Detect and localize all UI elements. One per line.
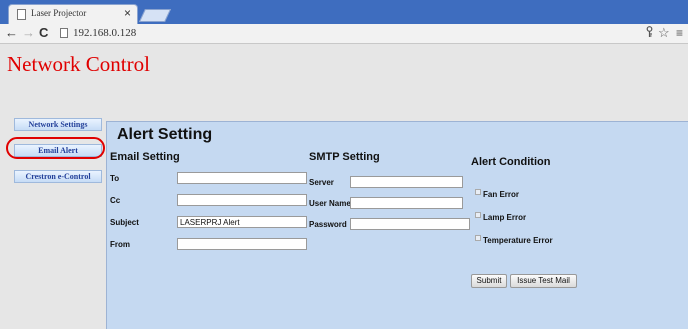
browser-tab-strip: Laser Projector × [0,0,688,24]
close-tab-icon[interactable]: × [124,6,131,20]
password-field[interactable] [350,218,470,230]
server-label: Server [309,178,334,187]
page-icon [60,28,68,38]
key-icon[interactable] [646,26,653,41]
from-label: From [110,240,130,249]
page-content: Network Control Network Settings Email A… [0,44,688,329]
browser-tab[interactable]: Laser Projector × [8,4,138,24]
highlight-annotation [6,137,105,159]
page-title: Network Control [7,52,150,76]
address-bar[interactable]: 192.168.0.128 [73,27,136,39]
page-icon [17,9,26,20]
smtp-setting-heading: SMTP Setting [309,151,380,163]
subject-label: Subject [110,218,139,227]
cc-label: Cc [110,196,121,205]
cc-field[interactable] [177,194,307,206]
back-icon[interactable]: ← [5,25,18,41]
to-field[interactable] [177,172,307,184]
lamp-error-checkbox[interactable] [475,212,481,218]
fan-error-checkbox[interactable] [475,189,481,195]
user-name-field[interactable] [350,197,463,209]
lamp-error-label: Lamp Error [483,213,527,222]
sidebar-item-crestron-e-control[interactable]: Crestron e-Control [14,170,102,183]
to-label: To [110,174,120,183]
sidebar-item-network-settings[interactable]: Network Settings [14,118,102,131]
browser-toolbar: ← → C 192.168.0.128 ☆ ≡ [0,24,688,44]
fan-error-label: Fan Error [483,190,520,199]
server-field[interactable] [350,176,463,188]
temperature-error-checkbox[interactable] [475,235,481,241]
alert-setting-panel: Alert Setting Email Setting SMTP Setting… [106,121,688,329]
submit-button[interactable]: Submit [471,274,507,288]
subject-field[interactable] [177,216,307,228]
user-name-label: User Name [309,199,351,208]
password-label: Password [309,220,347,229]
menu-icon[interactable]: ≡ [676,26,683,40]
temperature-error-label: Temperature Error [483,236,553,245]
reload-icon[interactable]: C [39,25,48,41]
email-setting-heading: Email Setting [110,151,180,163]
alert-condition-heading: Alert Condition [471,156,551,168]
from-field[interactable] [177,238,307,250]
bookmark-star-icon[interactable]: ☆ [658,26,670,40]
tab-title: Laser Projector [31,8,87,18]
alert-setting-heading: Alert Setting [117,126,213,143]
forward-icon[interactable]: → [22,25,35,41]
new-tab-button[interactable] [138,9,172,22]
issue-test-mail-button[interactable]: Issue Test Mail [510,274,577,288]
